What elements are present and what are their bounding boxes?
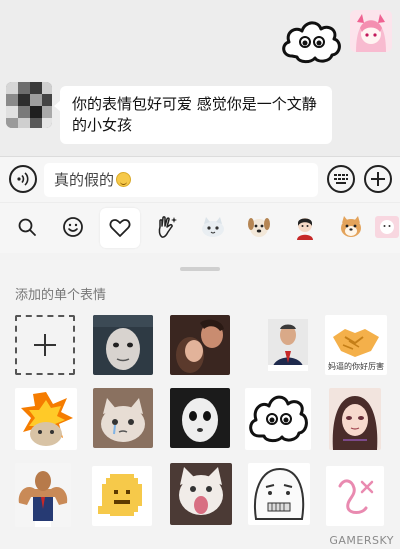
heart-icon (109, 219, 131, 237)
meme-face-sticker-icon (248, 463, 310, 525)
sticker-item[interactable] (93, 388, 153, 448)
sticker-item[interactable]: 妈逼的你好厉害 (325, 315, 387, 375)
shiba-sticker-tab-icon (341, 216, 361, 237)
smile-emoji-icon (116, 172, 132, 187)
emoji-icon (63, 217, 83, 237)
sticker-item[interactable] (170, 388, 230, 448)
section-title: 添加的单个表情 (15, 288, 107, 303)
couple-photo-sticker-icon (170, 315, 230, 375)
man-suit-sticker-icon (258, 315, 318, 375)
tab-search[interactable] (10, 210, 44, 244)
sent-cloud-sticker[interactable] (278, 16, 344, 66)
white-cat-sticker-tab-icon (202, 217, 224, 237)
explosion-cat-sticker-icon (15, 388, 77, 450)
tab-dog[interactable] (242, 210, 276, 244)
sticker-item[interactable] (329, 388, 381, 450)
sticker-item[interactable] (93, 315, 153, 375)
more-button[interactable] (364, 165, 392, 193)
peer-avatar[interactable] (6, 82, 52, 128)
chat-area: 你的表情包好可爱 感觉你是一个文静的小女孩 (0, 0, 400, 156)
hand-sparkle-icon (158, 216, 177, 238)
panda-person-sticker-tab-icon (297, 218, 313, 240)
sticker-item[interactable] (248, 463, 310, 525)
pink-doodle-sticker-icon (326, 466, 384, 526)
tab-favorites[interactable] (100, 208, 140, 248)
received-message-bubble[interactable]: 你的表情包好可爱 感觉你是一个文静的小女孩 (54, 86, 332, 144)
tab-panda-person[interactable] (288, 210, 322, 244)
cloud-face-sticker-icon (282, 21, 341, 64)
message-input[interactable]: 真的假的 (44, 163, 318, 197)
message-input-text: 真的假的 (54, 171, 115, 189)
search-icon (18, 218, 36, 236)
plus-icon (371, 172, 385, 186)
add-sticker-button[interactable] (15, 315, 75, 375)
blurred-face-sticker-icon (93, 315, 153, 375)
sticker-item[interactable] (258, 315, 318, 375)
cat-crying-sticker-icon (93, 388, 153, 448)
screaming-cat-sticker-icon (170, 463, 232, 525)
tab-cat-pink[interactable] (374, 210, 400, 244)
anime-girl-avatar-icon (350, 10, 392, 52)
sticker-caption: 妈逼的你好厉害 (328, 362, 384, 371)
input-bar: 真的假的 (0, 156, 400, 202)
keyboard-icon (334, 174, 348, 184)
pixelated-avatar-icon (6, 82, 52, 128)
sticker-item[interactable] (170, 463, 232, 525)
sticker-item[interactable] (245, 388, 311, 450)
anime-girl-sticker-icon (329, 388, 381, 450)
watermark: GAMERSKY (329, 534, 394, 547)
sticker-panel: 添加的单个表情 妈逼的你好厉害 GAMERSKY (0, 253, 400, 549)
sticker-item[interactable] (170, 315, 230, 375)
cloud-face-sticker-icon (245, 388, 311, 450)
panel-drag-handle[interactable] (180, 267, 220, 271)
tab-hand-sticker[interactable] (150, 210, 184, 244)
sticker-item[interactable] (15, 388, 77, 450)
voice-button[interactable] (9, 165, 37, 193)
sticker-item[interactable] (326, 466, 384, 526)
tab-emoji[interactable] (56, 210, 90, 244)
plus-icon (34, 334, 56, 356)
sticker-item[interactable] (15, 463, 71, 527)
pixel-smile-sticker-icon (92, 466, 152, 526)
sticker-tab-bar (0, 203, 400, 253)
dog-sticker-tab-icon (248, 218, 270, 237)
sticker-item[interactable] (92, 466, 152, 526)
muscle-man-sticker-icon (15, 463, 71, 527)
keyboard-button[interactable] (327, 165, 355, 193)
voice-icon (17, 172, 29, 186)
cat-pink-sticker-tab-icon (375, 216, 399, 238)
self-avatar[interactable] (350, 10, 392, 52)
white-mask-sticker-icon (170, 388, 230, 448)
tab-shiba[interactable] (334, 210, 368, 244)
tab-white-cat[interactable] (196, 210, 230, 244)
